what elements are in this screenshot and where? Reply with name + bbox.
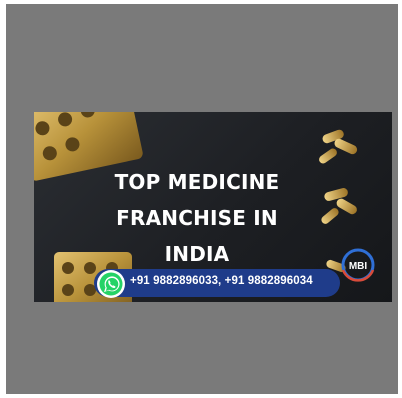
whatsapp-icon [97,270,125,298]
headline-line-2: FRANCHISE IN [116,206,278,230]
headline: TOP MEDICINE FRANCHISE IN INDIA [92,164,302,272]
headline-line-1: TOP MEDICINE [114,170,280,194]
image-frame: TOP MEDICINE FRANCHISE IN INDIA +91 9882… [6,4,398,394]
headline-line-3: INDIA [164,242,230,266]
mbi-logo: MBI [341,248,375,282]
logo-text: MBI [349,261,368,272]
phone-numbers: +91 9882896033, +91 9882896034 [130,275,313,287]
promo-banner: TOP MEDICINE FRANCHISE IN INDIA +91 9882… [34,112,392,302]
